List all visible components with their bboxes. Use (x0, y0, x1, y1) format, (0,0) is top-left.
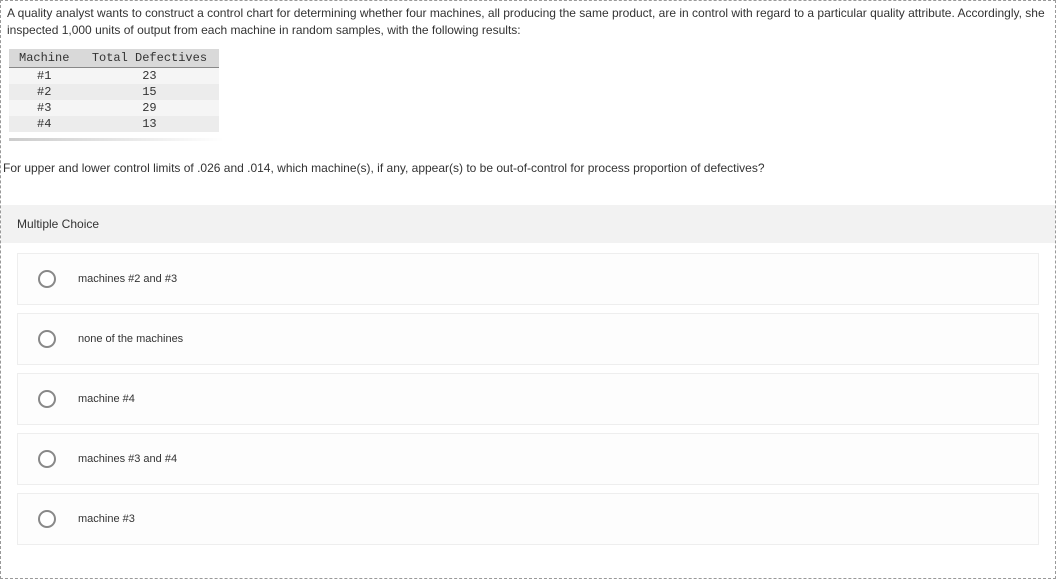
multiple-choice-label: Multiple Choice (1, 205, 1055, 243)
table-header-defectives: Total Defectives (79, 49, 219, 68)
question-container: A quality analyst wants to construct a c… (0, 0, 1056, 579)
cell-machine: #2 (9, 84, 79, 100)
choice-option[interactable]: none of the machines (17, 313, 1039, 365)
question-intro: A quality analyst wants to construct a c… (1, 1, 1055, 43)
choice-label: machines #2 and #3 (78, 273, 177, 285)
cell-defectives: 23 (79, 67, 219, 84)
choice-label: machine #4 (78, 393, 135, 405)
choice-option[interactable]: machines #3 and #4 (17, 433, 1039, 485)
radio-icon (38, 450, 56, 468)
cell-machine: #1 (9, 67, 79, 84)
choice-option[interactable]: machine #3 (17, 493, 1039, 545)
choice-label: none of the machines (78, 333, 183, 345)
cell-defectives: 13 (79, 116, 219, 132)
cell-machine: #3 (9, 100, 79, 116)
radio-icon (38, 390, 56, 408)
cell-defectives: 29 (79, 100, 219, 116)
cell-machine: #4 (9, 116, 79, 132)
table-row: #4 13 (9, 116, 219, 132)
data-table: Machine Total Defectives #1 23 #2 15 #3 … (9, 49, 219, 132)
choice-option[interactable]: machines #2 and #3 (17, 253, 1039, 305)
table-row: #2 15 (9, 84, 219, 100)
choice-option[interactable]: machine #4 (17, 373, 1039, 425)
choice-label: machines #3 and #4 (78, 453, 177, 465)
choice-label: machine #3 (78, 513, 135, 525)
table-row: #3 29 (9, 100, 219, 116)
cell-defectives: 15 (79, 84, 219, 100)
radio-icon (38, 330, 56, 348)
radio-icon (38, 270, 56, 288)
table-header-machine: Machine (9, 49, 79, 68)
table-row: #1 23 (9, 67, 219, 84)
question-followup: For upper and lower control limits of .0… (1, 141, 1055, 185)
radio-icon (38, 510, 56, 528)
